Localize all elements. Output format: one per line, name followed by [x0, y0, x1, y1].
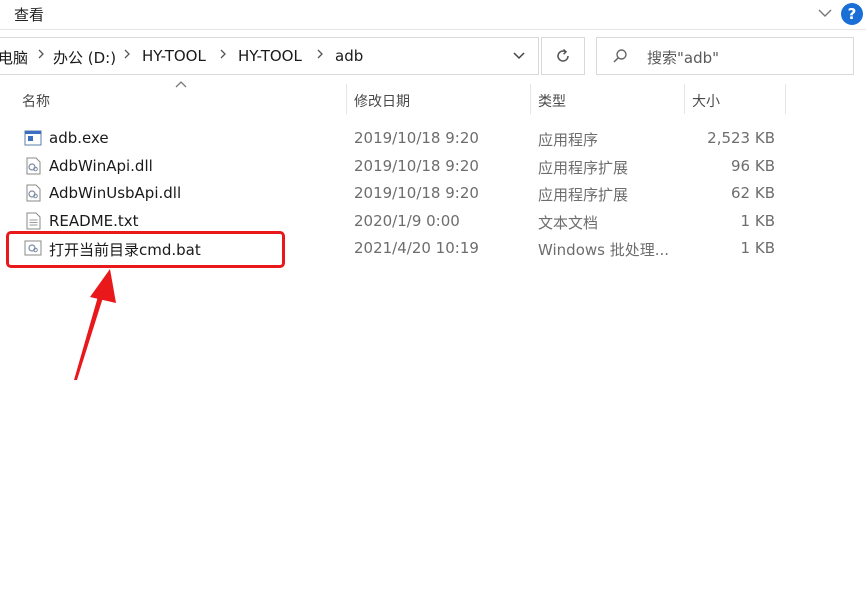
file-size: 62 KB: [731, 184, 775, 202]
help-icon[interactable]: ?: [841, 3, 863, 25]
ribbon-collapse-chevron-icon[interactable]: [814, 3, 836, 23]
file-type: 应用程序扩展: [538, 186, 629, 204]
file-name: AdbWinUsbApi.dll: [49, 184, 182, 202]
column-header-name[interactable]: 名称: [22, 91, 50, 121]
breadcrumb-hy-tool[interactable]: HY-TOOL: [142, 47, 206, 65]
file-size: 1 KB: [740, 239, 775, 257]
file-modified: 2019/10/18 9:20: [354, 157, 479, 175]
chevron-down-icon[interactable]: [510, 48, 528, 64]
breadcrumb-pc[interactable]: 电脑: [0, 47, 28, 68]
column-divider[interactable]: [346, 84, 347, 114]
chevron-right-icon[interactable]: [36, 46, 46, 62]
column-header-modified[interactable]: 修改日期: [354, 91, 410, 121]
annotation-arrow-icon: [74, 269, 116, 380]
file-type: 应用程序扩展: [538, 159, 629, 177]
search-placeholder: 搜索"adb": [647, 49, 720, 67]
file-type: Windows 批处理...: [538, 241, 670, 259]
file-type: 文本文档: [538, 214, 599, 232]
sort-ascending-icon: [175, 81, 187, 88]
file-type: 应用程序: [538, 131, 599, 149]
column-divider[interactable]: [530, 84, 531, 114]
file-row[interactable]: AdbWinUsbApi.dll 2019/10/18 9:20 应用程序扩展 …: [18, 180, 788, 206]
file-name: AdbWinApi.dll: [49, 157, 153, 175]
refresh-button[interactable]: [541, 37, 585, 75]
file-name: README.txt: [49, 212, 139, 230]
search-input[interactable]: 搜索"adb": [596, 37, 854, 75]
highlight-annotation: [6, 231, 285, 268]
search-icon: [613, 49, 627, 63]
file-modified: 2019/10/18 9:20: [354, 184, 479, 202]
file-row[interactable]: AdbWinApi.dll 2019/10/18 9:20 应用程序扩展 96 …: [18, 153, 788, 179]
breadcrumb-hy-tool-sub[interactable]: HY-TOOL: [238, 47, 302, 65]
address-bar[interactable]: 电脑 办公 (D:) HY-TOOL HY-TOOL adb: [0, 37, 539, 75]
breadcrumb-adb[interactable]: adb: [335, 47, 363, 65]
file-modified: 2020/1/9 0:00: [354, 212, 460, 230]
column-divider[interactable]: [785, 84, 786, 114]
chevron-right-icon[interactable]: [122, 46, 132, 62]
refresh-icon: [557, 48, 569, 62]
file-size: 1 KB: [740, 212, 775, 230]
file-size: 96 KB: [731, 157, 775, 175]
file-modified: 2021/4/20 10:19: [354, 239, 479, 257]
column-divider[interactable]: [684, 84, 685, 114]
breadcrumb-drive-d[interactable]: 办公 (D:): [53, 47, 116, 68]
chevron-right-icon[interactable]: [315, 46, 325, 62]
file-row[interactable]: adb.exe 2019/10/18 9:20 应用程序 2,523 KB: [18, 125, 788, 151]
dll-file-icon: [26, 157, 41, 175]
text-file-icon: [26, 212, 41, 230]
ribbon-tab-view[interactable]: 查看: [14, 4, 44, 25]
column-header-size[interactable]: 大小: [692, 91, 720, 121]
column-header-type[interactable]: 类型: [538, 91, 566, 121]
navigation-bar: 电脑 办公 (D:) HY-TOOL HY-TOOL adb 搜索"adb": [0, 29, 866, 84]
dll-file-icon: [26, 184, 41, 202]
exe-file-icon: [24, 130, 42, 146]
ribbon-bar: 查看 ?: [0, 0, 866, 29]
file-modified: 2019/10/18 9:20: [354, 129, 479, 147]
file-size: 2,523 KB: [707, 129, 775, 147]
file-name: adb.exe: [49, 129, 109, 147]
chevron-right-icon[interactable]: [218, 46, 228, 62]
